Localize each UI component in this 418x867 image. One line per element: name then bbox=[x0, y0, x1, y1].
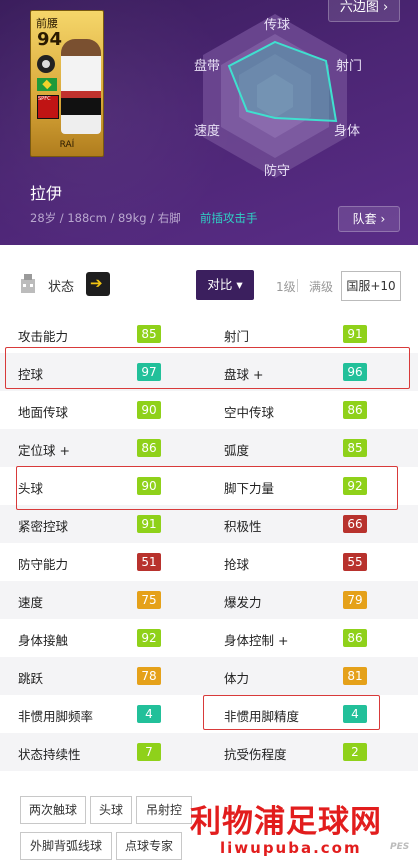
card-overall-rating: 94 bbox=[37, 29, 63, 50]
stat-value-badge: 85 bbox=[343, 439, 367, 457]
stat-name: 积极性 bbox=[224, 519, 262, 534]
stat-value-badge: 75 bbox=[137, 591, 161, 609]
stat-value-badge: 55 bbox=[343, 553, 367, 571]
level-max-option[interactable]: 满级 bbox=[309, 278, 333, 295]
player-card[interactable]: 前腰 94 RAÍ bbox=[30, 10, 104, 157]
skill-tag[interactable]: 吊射控 bbox=[136, 796, 192, 824]
stat-row: 速度 75 爆发力 79 bbox=[0, 581, 418, 619]
skill-tag[interactable]: 头球 bbox=[90, 796, 132, 824]
stat-name: 跳跃 bbox=[18, 671, 44, 686]
stat-name: 非惯用脚频率 bbox=[18, 709, 94, 724]
highlight-box bbox=[203, 695, 380, 730]
stat-value-badge: 4 bbox=[137, 705, 161, 723]
radar-label-shooting: 射门 bbox=[336, 59, 363, 74]
stat-row: 身体接触 92 身体控制 + 86 bbox=[0, 619, 418, 657]
stat-row: 地面传球 90 空中传球 86 bbox=[0, 391, 418, 429]
highlight-box bbox=[16, 466, 398, 510]
playing-style: 前插攻击手 bbox=[200, 211, 258, 225]
stat-name: 空中传球 bbox=[224, 405, 275, 420]
compare-label: 对比 bbox=[207, 277, 233, 292]
player-info: 28岁 / 188cm / 89kg / 右脚 bbox=[30, 211, 181, 225]
stat-value-badge: 66 bbox=[343, 515, 367, 533]
status-label: 状态 bbox=[48, 280, 75, 295]
stat-row: 防守能力 51 抢球 55 bbox=[0, 543, 418, 581]
radar-label-dribbling: 盘带 bbox=[194, 59, 221, 74]
highlight-box bbox=[5, 347, 410, 389]
stat-value-badge: 91 bbox=[137, 515, 161, 533]
club-crest-icon bbox=[37, 95, 59, 119]
skill-tag[interactable]: 外脚背弧线球 bbox=[20, 832, 112, 860]
stat-name: 攻击能力 bbox=[18, 329, 69, 344]
stat-name: 弧度 bbox=[224, 443, 250, 458]
stat-value-badge: 81 bbox=[343, 667, 367, 685]
stat-name: 体力 bbox=[224, 671, 250, 686]
stat-name: 地面传球 bbox=[18, 405, 69, 420]
player-header: 前腰 94 RAÍ 六边图 › 传球 射门 身体 防守 速度 盘带 拉伊 28岁… bbox=[0, 0, 418, 245]
pes-logo: PES bbox=[390, 842, 410, 852]
brazil-flag-icon bbox=[37, 78, 57, 91]
stat-value-badge: 92 bbox=[137, 629, 161, 647]
stat-value-badge: 86 bbox=[343, 629, 367, 647]
radar-label-defense: 防守 bbox=[264, 164, 291, 179]
watermark-url: liwupuba.com bbox=[220, 839, 362, 857]
card-player-name: RAÍ bbox=[59, 140, 75, 150]
stat-name: 身体控制 + bbox=[224, 633, 289, 648]
stat-value-badge: 79 bbox=[343, 591, 367, 609]
stat-value-badge: 51 bbox=[137, 553, 161, 571]
stat-row: 状态持续性 7 抗受伤程度 2 bbox=[0, 733, 418, 771]
status-arrow-icon[interactable] bbox=[86, 272, 110, 296]
stat-name: 身体接触 bbox=[18, 633, 69, 648]
server-level-option[interactable]: 国服+10 bbox=[341, 271, 401, 301]
stat-row: 跳跃 78 体力 81 bbox=[0, 657, 418, 695]
team-kit-label: 队套 bbox=[352, 212, 377, 226]
stat-name: 状态持续性 bbox=[18, 747, 81, 762]
stat-value-badge: 85 bbox=[137, 325, 161, 343]
stat-value-badge: 86 bbox=[343, 401, 367, 419]
stat-name: 防守能力 bbox=[18, 557, 69, 572]
skill-tag[interactable]: 点球专家 bbox=[116, 832, 182, 860]
player-portrait bbox=[61, 39, 101, 134]
stat-name: 速度 bbox=[18, 595, 44, 610]
radar-label-passing: 传球 bbox=[264, 18, 291, 33]
stat-name: 射门 bbox=[224, 329, 250, 344]
stat-value-badge: 91 bbox=[343, 325, 367, 343]
stat-name: 抢球 bbox=[224, 557, 250, 572]
stat-value-badge: 86 bbox=[137, 439, 161, 457]
radar-label-physical: 身体 bbox=[334, 124, 361, 139]
stat-value-badge: 78 bbox=[137, 667, 161, 685]
stat-value-badge: 2 bbox=[343, 743, 367, 761]
watermark: 利物浦足球网 liwupuba.com bbox=[190, 792, 405, 867]
stat-row: 紧密控球 91 积极性 66 bbox=[0, 505, 418, 543]
card-type-icon bbox=[37, 55, 55, 73]
stat-name: 紧密控球 bbox=[18, 519, 69, 534]
player-name: 拉伊 bbox=[30, 184, 63, 203]
skill-tag[interactable]: 两次触球 bbox=[20, 796, 86, 824]
watermark-title: 利物浦足球网 bbox=[190, 804, 382, 840]
stat-name: 爆发力 bbox=[224, 595, 262, 610]
stat-name: 抗受伤程度 bbox=[224, 747, 287, 762]
stat-value-badge: 7 bbox=[137, 743, 161, 761]
level-divider bbox=[297, 279, 298, 292]
status-icon bbox=[21, 274, 35, 293]
radar-label-speed: 速度 bbox=[194, 124, 221, 139]
level-1-option[interactable]: 1级 bbox=[276, 278, 296, 295]
radar-chart bbox=[203, 14, 347, 178]
stat-value-badge: 90 bbox=[137, 401, 161, 419]
team-kit-button[interactable]: 队套 › bbox=[338, 206, 400, 232]
stat-name: 定位球 + bbox=[18, 443, 70, 458]
stat-row: 定位球 + 86 弧度 85 bbox=[0, 429, 418, 467]
compare-button[interactable]: 对比 ▾ bbox=[196, 270, 254, 300]
